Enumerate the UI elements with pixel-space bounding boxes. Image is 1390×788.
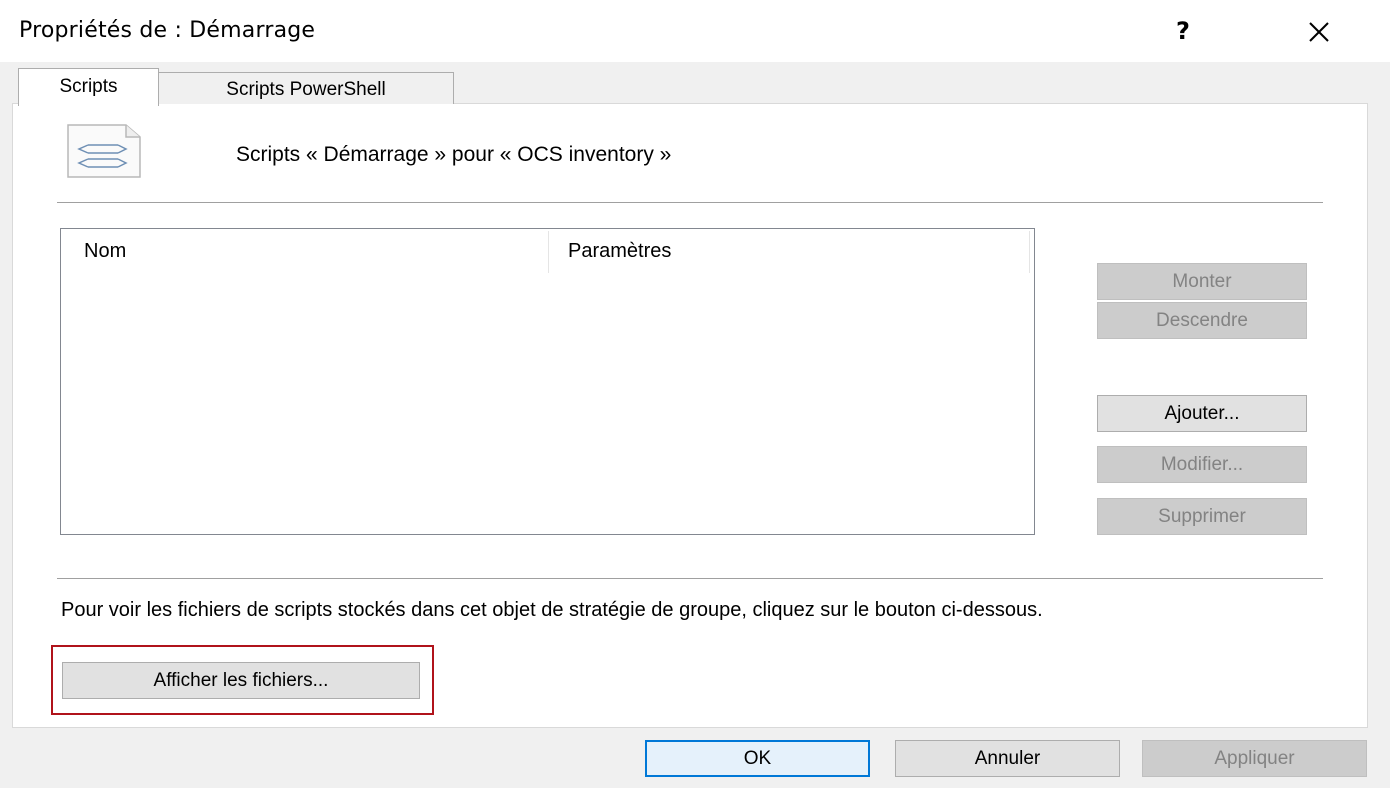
tab-scripts-powershell[interactable]: Scripts PowerShell bbox=[158, 72, 454, 104]
move-down-button[interactable]: Descendre bbox=[1097, 302, 1307, 339]
separator-top bbox=[57, 202, 1323, 203]
add-button[interactable]: Ajouter... bbox=[1097, 395, 1307, 432]
title-bar: Propriétés de : Démarrage ? bbox=[0, 0, 1390, 62]
window-title: Propriétés de : Démarrage bbox=[19, 18, 316, 43]
column-divider[interactable] bbox=[548, 231, 549, 273]
info-text: Pour voir les fichiers de scripts stocké… bbox=[61, 599, 1043, 621]
show-files-button[interactable]: Afficher les fichiers... bbox=[62, 662, 420, 699]
remove-button[interactable]: Supprimer bbox=[1097, 498, 1307, 535]
apply-button[interactable]: Appliquer bbox=[1142, 740, 1367, 777]
edit-button[interactable]: Modifier... bbox=[1097, 446, 1307, 483]
close-icon bbox=[1309, 22, 1329, 42]
close-button[interactable] bbox=[1300, 14, 1340, 50]
scripts-list[interactable]: Nom Paramètres bbox=[60, 228, 1035, 535]
tab-scripts[interactable]: Scripts bbox=[18, 68, 159, 106]
move-up-button[interactable]: Monter bbox=[1097, 263, 1307, 300]
separator-bottom bbox=[57, 578, 1323, 579]
column-divider[interactable] bbox=[1029, 231, 1030, 273]
column-header-parametres[interactable]: Paramètres bbox=[568, 240, 671, 263]
ok-button[interactable]: OK bbox=[645, 740, 870, 777]
scripts-heading: Scripts « Démarrage » pour « OCS invento… bbox=[236, 143, 672, 166]
cancel-button[interactable]: Annuler bbox=[895, 740, 1120, 777]
column-header-nom[interactable]: Nom bbox=[84, 240, 126, 263]
script-file-icon bbox=[66, 123, 142, 184]
help-button[interactable]: ? bbox=[1168, 14, 1198, 48]
